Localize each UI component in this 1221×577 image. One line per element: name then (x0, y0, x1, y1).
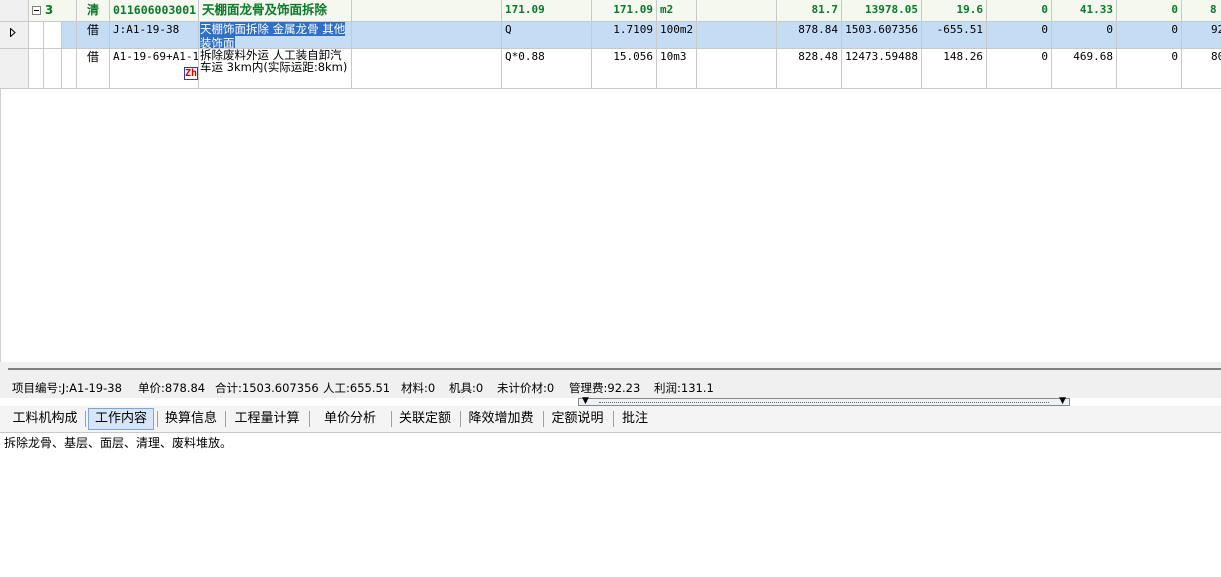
tab-annotation[interactable]: 批注 (616, 408, 654, 430)
table-row[interactable]: 借 A1-19-69+A1-19 Zh 拆除废料外运 人工装自卸汽车运 3km内… (0, 49, 1221, 89)
blank-cell (697, 49, 777, 89)
name-cell[interactable]: 天棚饰面拆除 金属龙骨 其他装饰面 (199, 22, 352, 49)
tab-material-composition[interactable]: 工料机构成 (7, 408, 83, 430)
table-row-selected[interactable]: 借 J:A1-19-38 天棚饰面拆除 金属龙骨 其他装饰面 Q 1.7109 … (0, 22, 1221, 49)
material-cell: 0 (987, 22, 1052, 49)
material-cell: 0 (987, 49, 1052, 89)
type-cell: 借 (77, 22, 110, 49)
qty-cell: 1.7109 (592, 22, 657, 49)
summary-info-bar: 项目编号:J:A1-19-38 单价:878.84 合计:1503.607356… (0, 378, 1221, 398)
tab-quantity-calc[interactable]: 工程量计算 (228, 408, 306, 430)
tree-indent-cell (29, 49, 44, 89)
material-cell: 0 (987, 0, 1052, 22)
blank-cell (352, 22, 502, 49)
seq-number: 3 (44, 3, 54, 17)
zh-badge-icon[interactable]: Zh (184, 67, 198, 80)
machine-cell: 0 (1052, 22, 1117, 49)
info-machine: 机具:0 (449, 381, 484, 395)
labor-cell: -655.51 (922, 22, 987, 49)
blank-cell (697, 0, 777, 22)
code-text: A1-19-69+A1-19 (113, 50, 199, 63)
work-content-text: 拆除龙骨、基层、面层、清理、废料堆放。 (4, 436, 233, 450)
last-cell: 80 (1182, 49, 1221, 89)
blank-cell (352, 0, 502, 22)
splitter-line[interactable] (8, 368, 1221, 370)
unit-price-cell: 878.84 (777, 22, 842, 49)
tab-unit-price-analysis[interactable]: 单价分析 (312, 408, 388, 430)
info-management-fee: 管理费:92.23 (569, 381, 641, 395)
total-cell: 12473.59488 (842, 49, 922, 89)
labor-cell: 19.6 (922, 0, 987, 22)
chevron-down-icon: ▼ (582, 396, 589, 406)
blank-cell (352, 49, 502, 89)
info-labor: 人工:655.51 (323, 381, 391, 395)
qty-cell: 15.056 (592, 49, 657, 89)
unit-cell: m2 (657, 0, 697, 22)
unit-cell: 10m3 (657, 49, 697, 89)
info-unpriced-material: 未计价材:0 (497, 381, 555, 395)
tree-indent-cell (44, 22, 62, 49)
grid-divider (0, 89, 1, 362)
seq-cell: 3 (29, 0, 77, 22)
panel-toggle-handle[interactable]: ▼ ▼ (578, 396, 1070, 406)
last-cell: 92 (1182, 22, 1221, 49)
tab-efficiency-surcharge[interactable]: 降效增加费 (463, 408, 539, 430)
machine-cell: 469.68 (1052, 49, 1117, 89)
last-cell: 8 (1182, 0, 1221, 22)
chevron-down-icon: ▼ (1059, 396, 1066, 406)
row-indicator[interactable] (0, 0, 29, 22)
tree-indent-cell (62, 22, 77, 49)
tab-work-content[interactable]: 工作内容 (88, 408, 154, 430)
table-row-bill[interactable]: 3 清 011606003001 天棚面龙骨及饰面拆除 171.09 171.0… (0, 0, 1221, 22)
tree-indent-cell (29, 22, 44, 49)
tree-indent-cell (62, 49, 77, 89)
unit-price-cell: 828.48 (777, 49, 842, 89)
unit-cell: 100m2 (657, 22, 697, 49)
name-cell[interactable]: 拆除废料外运 人工装自卸汽车运 3km内(实际运距:8km) (199, 49, 352, 89)
qty-expr-cell[interactable]: 171.09 (502, 0, 592, 22)
blank-cell (697, 22, 777, 49)
machine-cell: 41.33 (1052, 0, 1117, 22)
detail-tab-strip: 工料机构成 工作内容 换算信息 工程量计算 单价分析 关联定额 降效增加费 定额… (0, 406, 1221, 433)
tree-indent-cell (44, 49, 62, 89)
code-cell[interactable]: A1-19-69+A1-19 Zh (110, 49, 199, 89)
collapse-minus-icon[interactable] (32, 6, 41, 15)
code-cell[interactable]: 011606003001 (110, 0, 199, 22)
type-cell: 借 (77, 49, 110, 89)
qty-expr-cell[interactable]: Q (502, 22, 592, 49)
unit-price-cell: 81.7 (777, 0, 842, 22)
info-material: 材料:0 (401, 381, 436, 395)
info-item-code: 项目编号:J:A1-19-38 (12, 381, 122, 395)
work-content-panel[interactable]: 拆除龙骨、基层、面层、清理、废料堆放。 (0, 433, 1221, 577)
total-cell: 1503.607356 (842, 22, 922, 49)
splitter[interactable] (0, 362, 1221, 378)
triangle-right-icon (10, 27, 16, 38)
quota-grid: 3 清 011606003001 天棚面龙骨及饰面拆除 171.09 171.0… (0, 0, 1221, 362)
unpriced-cell: 0 (1117, 22, 1182, 49)
labor-cell: 148.26 (922, 49, 987, 89)
code-cell[interactable]: J:A1-19-38 (110, 22, 199, 49)
tab-related-quota[interactable]: 关联定额 (394, 408, 456, 430)
tab-conversion-info[interactable]: 换算信息 (160, 408, 222, 430)
info-profit: 利润:131.1 (654, 381, 714, 395)
name-cell[interactable]: 天棚面龙骨及饰面拆除 (199, 0, 352, 22)
type-cell: 清 (77, 0, 110, 22)
row-indicator[interactable] (0, 22, 29, 49)
row-indicator[interactable] (0, 49, 29, 89)
name-text: 天棚饰面拆除 金属龙骨 其他装饰面 (200, 22, 346, 49)
tab-quota-description[interactable]: 定额说明 (546, 408, 609, 430)
info-total: 合计:1503.607356 (215, 381, 319, 395)
info-unit-price: 单价:878.84 (138, 381, 206, 395)
total-cell: 13978.05 (842, 0, 922, 22)
qty-cell: 171.09 (592, 0, 657, 22)
unpriced-cell: 0 (1117, 49, 1182, 89)
unpriced-cell: 0 (1117, 0, 1182, 22)
qty-expr-cell[interactable]: Q*0.88 (502, 49, 592, 89)
